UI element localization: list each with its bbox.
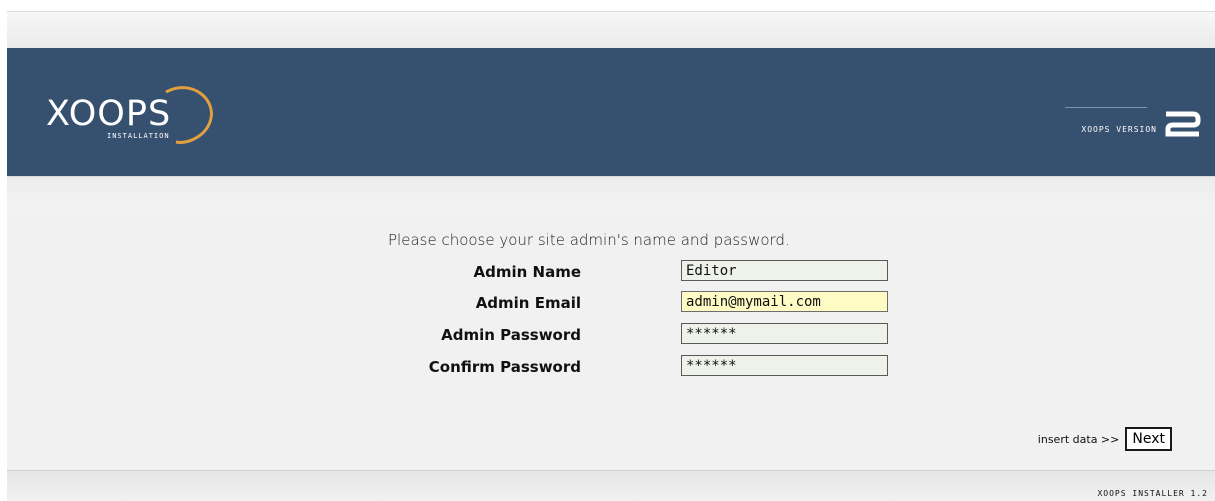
version-divider	[1065, 107, 1147, 108]
admin-email-label: Admin Email	[475, 294, 581, 312]
confirm-password-row: Confirm Password	[7, 355, 1215, 381]
admin-password-input[interactable]	[681, 323, 888, 344]
installer-version-text: XOOPS INSTALLER 1.2	[1097, 489, 1208, 498]
xoops-logo: XOOPS INSTALLATION	[44, 78, 244, 148]
admin-password-label: Admin Password	[441, 326, 581, 344]
admin-password-row: Admin Password	[7, 323, 1215, 349]
confirm-password-label: Confirm Password	[428, 358, 581, 376]
version-number-glyph	[1165, 111, 1201, 137]
admin-email-row: Admin Email	[7, 291, 1215, 317]
sub-strip	[7, 176, 1215, 211]
admin-name-row: Admin Name	[7, 260, 1215, 286]
confirm-password-input[interactable]	[681, 355, 888, 376]
logo-text: XOOPS	[46, 94, 172, 134]
installer-window: XOOPS INSTALLATION XOOPS VERSION 2 Pleas…	[7, 11, 1215, 501]
admin-name-label: Admin Name	[473, 263, 582, 281]
insert-data-label: insert data >>	[1037, 432, 1120, 446]
installer-header: XOOPS INSTALLATION XOOPS VERSION 2	[7, 48, 1215, 176]
top-strip	[7, 11, 1215, 49]
logo-subtitle: INSTALLATION	[107, 132, 170, 140]
submit-area: insert data >> Next	[1038, 427, 1172, 451]
admin-form: Please choose your site admin's name and…	[7, 210, 1215, 470]
version-badge: XOOPS VERSION 2	[1041, 96, 1201, 146]
next-button[interactable]: Next	[1125, 427, 1172, 451]
logo-arc-icon	[165, 86, 213, 144]
admin-email-input[interactable]	[681, 291, 888, 312]
version-label: XOOPS VERSION	[1081, 125, 1157, 134]
form-intro: Please choose your site admin's name and…	[388, 231, 790, 249]
installer-footer: XOOPS INSTALLER 1.2	[7, 470, 1215, 501]
admin-name-input[interactable]	[681, 260, 888, 281]
